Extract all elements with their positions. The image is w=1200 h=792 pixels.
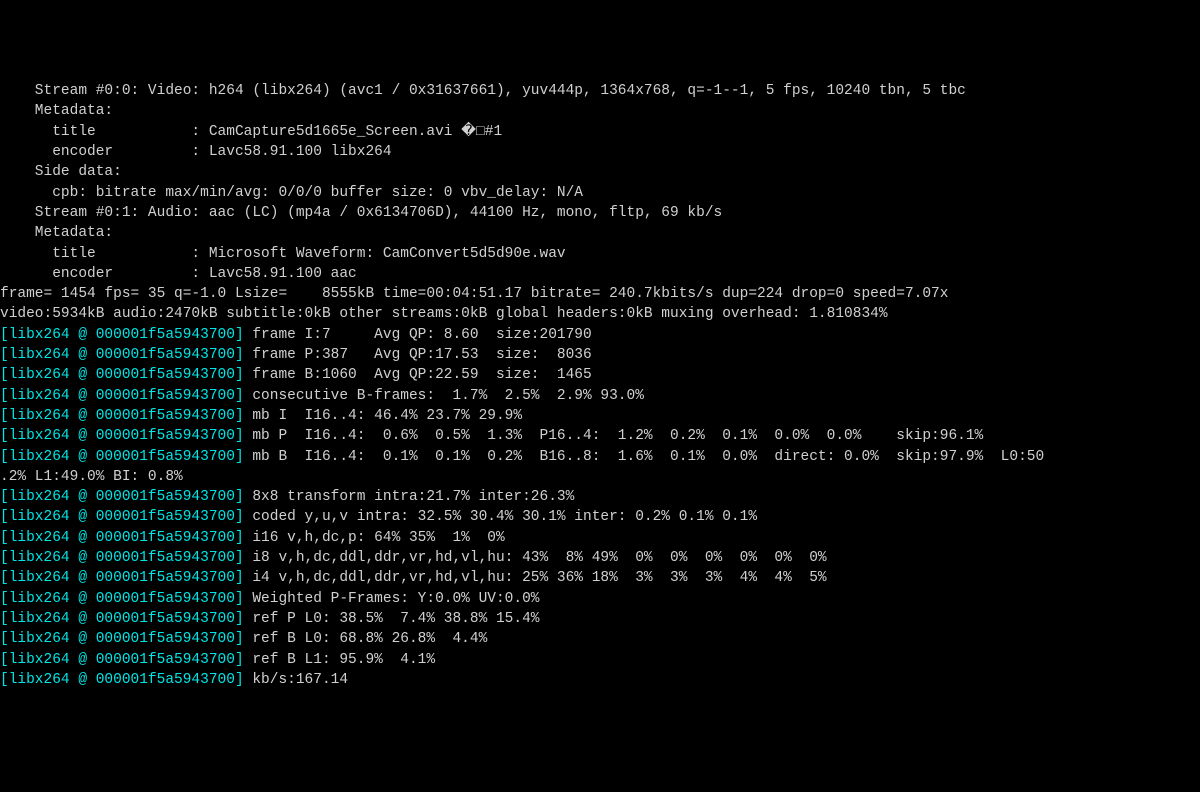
terminal-line: .2% L1:49.0% BI: 0.8%: [0, 467, 1200, 487]
terminal-line: [libx264 @ 000001f5a5943700] 8x8 transfo…: [0, 487, 1200, 507]
log-message: frame I:7 Avg QP: 8.60 size:201790: [244, 327, 592, 343]
terminal-line: [libx264 @ 000001f5a5943700] mb I I16..4…: [0, 406, 1200, 426]
log-message: i16 v,h,dc,p: 64% 35% 1% 0%: [244, 530, 505, 546]
terminal-line: encoder : Lavc58.91.100 libx264: [0, 142, 1200, 162]
terminal-line: [libx264 @ 000001f5a5943700] consecutive…: [0, 386, 1200, 406]
log-prefix: [libx264 @ 000001f5a5943700]: [0, 408, 244, 424]
terminal-line: [libx264 @ 000001f5a5943700] i8 v,h,dc,d…: [0, 548, 1200, 568]
log-prefix: [libx264 @ 000001f5a5943700]: [0, 550, 244, 566]
terminal-line: video:5934kB audio:2470kB subtitle:0kB o…: [0, 304, 1200, 324]
terminal-line: cpb: bitrate max/min/avg: 0/0/0 buffer s…: [0, 183, 1200, 203]
log-prefix: [libx264 @ 000001f5a5943700]: [0, 489, 244, 505]
terminal-line: [libx264 @ 000001f5a5943700] mb B I16..4…: [0, 447, 1200, 467]
terminal-line: [libx264 @ 000001f5a5943700] mb P I16..4…: [0, 426, 1200, 446]
terminal-line: encoder : Lavc58.91.100 aac: [0, 264, 1200, 284]
log-prefix: [libx264 @ 000001f5a5943700]: [0, 509, 244, 525]
log-prefix: [libx264 @ 000001f5a5943700]: [0, 611, 244, 627]
log-prefix: [libx264 @ 000001f5a5943700]: [0, 327, 244, 343]
log-message: coded y,u,v intra: 32.5% 30.4% 30.1% int…: [244, 509, 757, 525]
log-prefix: [libx264 @ 000001f5a5943700]: [0, 428, 244, 444]
log-prefix: [libx264 @ 000001f5a5943700]: [0, 672, 244, 688]
log-message: mb B I16..4: 0.1% 0.1% 0.2% B16..8: 1.6%…: [244, 449, 1045, 465]
terminal-line: [libx264 @ 000001f5a5943700] coded y,u,v…: [0, 507, 1200, 527]
terminal-line: [libx264 @ 000001f5a5943700] ref P L0: 3…: [0, 609, 1200, 629]
log-message: ref P L0: 38.5% 7.4% 38.8% 15.4%: [244, 611, 540, 627]
terminal-line: Metadata:: [0, 101, 1200, 121]
terminal-line: Stream #0:1: Audio: aac (LC) (mp4a / 0x6…: [0, 203, 1200, 223]
log-prefix: [libx264 @ 000001f5a5943700]: [0, 530, 244, 546]
terminal-line: [libx264 @ 000001f5a5943700] i16 v,h,dc,…: [0, 528, 1200, 548]
log-message: frame B:1060 Avg QP:22.59 size: 1465: [244, 367, 592, 383]
terminal-line: [libx264 @ 000001f5a5943700] frame P:387…: [0, 345, 1200, 365]
log-message: kb/s:167.14: [244, 672, 348, 688]
terminal-line: [libx264 @ 000001f5a5943700] kb/s:167.14: [0, 670, 1200, 690]
terminal-line: title : Microsoft Waveform: CamConvert5d…: [0, 244, 1200, 264]
log-prefix: [libx264 @ 000001f5a5943700]: [0, 652, 244, 668]
log-prefix: [libx264 @ 000001f5a5943700]: [0, 347, 244, 363]
terminal-line: [libx264 @ 000001f5a5943700] ref B L0: 6…: [0, 629, 1200, 649]
log-message: ref B L0: 68.8% 26.8% 4.4%: [244, 631, 488, 647]
log-prefix: [libx264 @ 000001f5a5943700]: [0, 570, 244, 586]
log-message: ref B L1: 95.9% 4.1%: [244, 652, 435, 668]
log-message: consecutive B-frames: 1.7% 2.5% 2.9% 93.…: [244, 388, 644, 404]
log-message: i8 v,h,dc,ddl,ddr,vr,hd,vl,hu: 43% 8% 49…: [244, 550, 827, 566]
log-message: frame P:387 Avg QP:17.53 size: 8036: [244, 347, 592, 363]
log-message: 8x8 transform intra:21.7% inter:26.3%: [244, 489, 575, 505]
terminal-line: frame= 1454 fps= 35 q=-1.0 Lsize= 8555kB…: [0, 284, 1200, 304]
terminal-line: [libx264 @ 000001f5a5943700] ref B L1: 9…: [0, 650, 1200, 670]
terminal-line: [libx264 @ 000001f5a5943700] frame B:106…: [0, 365, 1200, 385]
log-prefix: [libx264 @ 000001f5a5943700]: [0, 388, 244, 404]
log-prefix: [libx264 @ 000001f5a5943700]: [0, 449, 244, 465]
terminal-line: title : CamCapture5d1665e_Screen.avi �□#…: [0, 122, 1200, 142]
log-prefix: [libx264 @ 000001f5a5943700]: [0, 631, 244, 647]
terminal-line: [libx264 @ 000001f5a5943700] i4 v,h,dc,d…: [0, 568, 1200, 588]
terminal-line: [libx264 @ 000001f5a5943700] frame I:7 A…: [0, 325, 1200, 345]
log-prefix: [libx264 @ 000001f5a5943700]: [0, 367, 244, 383]
log-message: i4 v,h,dc,ddl,ddr,vr,hd,vl,hu: 25% 36% 1…: [244, 570, 827, 586]
log-message: mb I I16..4: 46.4% 23.7% 29.9%: [244, 408, 522, 424]
log-message: mb P I16..4: 0.6% 0.5% 1.3% P16..4: 1.2%…: [244, 428, 984, 444]
terminal-line: Side data:: [0, 162, 1200, 182]
terminal-line: Stream #0:0: Video: h264 (libx264) (avc1…: [0, 81, 1200, 101]
terminal-line: Metadata:: [0, 223, 1200, 243]
